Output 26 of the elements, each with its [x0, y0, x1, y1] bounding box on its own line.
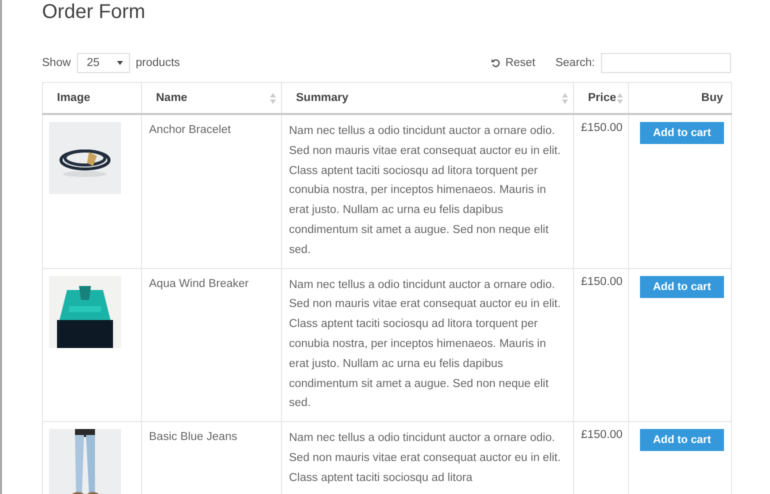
search-label: Search: [555, 57, 595, 69]
sort-icon [270, 93, 276, 104]
column-header[interactable]: Buy [628, 82, 732, 114]
product-summary: Nam nec tellus a odio tincidunt auctor a ornare odio. Sed non mauris vitae erat consequat auctor eu in elit. Class aptent taciti sociosqu ad litora torquent per conubia nostra, per inceptos himenaeos. Mauris in erat justo. Nullam ac urna eu felis dapibus condimentum sit amet a augue. Sed non neque elit sed. [289, 278, 562, 412]
product-price: £150.00 [581, 276, 623, 288]
product-summary: Nam nec tellus a odio tincidunt auctor a ornare odio. Sed non mauris vitae erat consequat auctor eu in elit. Class aptent taciti sociosqu ad litora torquent per conubia nostra, per inceptos himenaeos. Mauris in erat justo. Nullam ac urna eu felis dapibus condimentum sit amet a augue. Sed non neque elit sed. [289, 124, 562, 258]
product-price: £150.00 [581, 429, 623, 442]
product-name[interactable]: Anchor Bracelet [149, 124, 231, 136]
show-label: Show [42, 57, 71, 69]
caret-icon [116, 61, 123, 65]
column-header[interactable]: Image [42, 82, 142, 114]
product-name[interactable]: Basic Blue Jeans [149, 431, 238, 444]
product-summary: Nam nec tellus a odio tincidunt auctor a ornare odio. Sed non mauris vitae erat consequat auctor eu in elit. Class aptent taciti sociosqu ad litora [289, 431, 562, 486]
product-price: £150.00 [581, 122, 623, 134]
reset-link[interactable]: Reset [491, 57, 536, 69]
search-field[interactable] [601, 53, 731, 73]
reset-icon [491, 58, 502, 68]
page-size-select[interactable]: 25 [76, 53, 130, 73]
product-name[interactable]: Aqua Wind Breaker [149, 278, 249, 290]
sort-icon [617, 93, 623, 104]
column-header[interactable]: Summary [282, 82, 574, 114]
page-title: Order Form [42, 0, 146, 24]
products-label: products [136, 57, 180, 69]
column-header[interactable]: Name [142, 82, 282, 114]
column-header[interactable]: Price [574, 82, 628, 114]
sort-icon [562, 93, 568, 104]
